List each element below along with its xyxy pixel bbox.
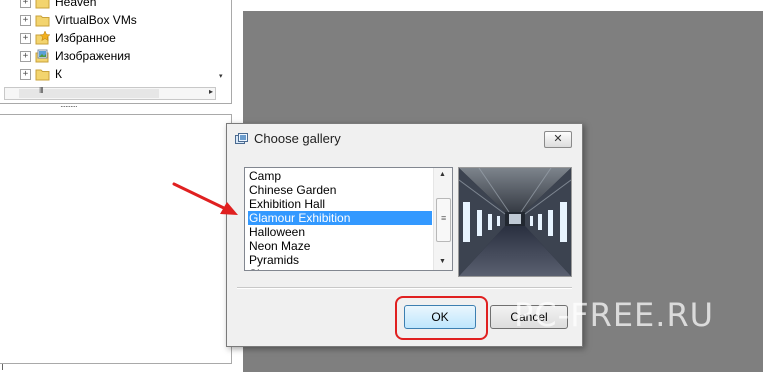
folder-tree-pane[interactable]: + Heaven + VirtualBox VMs + Избранное + Изображ… bbox=[0, 0, 232, 104]
ok-button[interactable]: OK bbox=[404, 305, 476, 329]
expand-plus-icon[interactable]: + bbox=[20, 50, 31, 62]
gallery-preview-image bbox=[458, 167, 572, 277]
tree-item-label: Изображения bbox=[55, 49, 131, 63]
gallery-item[interactable]: Halloween bbox=[248, 225, 432, 239]
hscroll-right-arrow-icon[interactable]: ▸ bbox=[209, 87, 213, 96]
tree-item-label: Heaven bbox=[55, 0, 97, 9]
gallery-listbox[interactable]: Camp Chinese Garden Exhibition Hall Glamour… bbox=[244, 167, 453, 271]
scroll-up-arrow-icon[interactable]: ▲ bbox=[439, 171, 446, 178]
tree-hscroll-thumb[interactable]: III bbox=[19, 86, 159, 98]
tree-item[interactable]: + Изображения bbox=[20, 47, 130, 65]
gallery-item[interactable]: Exhibition Hall bbox=[248, 197, 432, 211]
tree-scroll-down-icon[interactable]: ▾ bbox=[219, 72, 223, 80]
watermark-text: PC-FREE.RU bbox=[514, 296, 715, 334]
expand-plus-icon[interactable]: + bbox=[20, 0, 31, 8]
tree-item[interactable]: + Heaven bbox=[20, 0, 96, 11]
tree-item[interactable]: + VirtualBox VMs bbox=[20, 11, 137, 29]
folder-icon bbox=[35, 67, 51, 81]
tree-horizontal-scrollbar[interactable]: III ▸ bbox=[4, 86, 216, 100]
gallery-item[interactable]: Chinese Garden bbox=[248, 183, 432, 197]
gallery-item-selected[interactable]: Glamour Exhibition bbox=[248, 211, 432, 225]
scroll-grip-icon: ≡ bbox=[441, 213, 447, 223]
gallery-item[interactable]: Shop bbox=[248, 267, 432, 270]
gallery-item[interactable]: Neon Maze bbox=[248, 239, 432, 253]
file-list-pane[interactable] bbox=[0, 114, 232, 364]
gallery-list-scroll-thumb[interactable]: ≡ bbox=[436, 198, 451, 242]
tree-item[interactable]: + К bbox=[20, 65, 62, 83]
expand-plus-icon[interactable]: + bbox=[20, 32, 31, 44]
hscroll-grip-icon: III bbox=[39, 86, 44, 95]
tree-item[interactable]: + Избранное bbox=[20, 29, 116, 47]
expand-plus-icon[interactable]: + bbox=[20, 68, 31, 80]
gallery-item[interactable]: Camp bbox=[248, 169, 432, 183]
gallery-list-scrollbar[interactable]: ▲ ≡ ▼ bbox=[433, 168, 452, 270]
folder-icon bbox=[35, 0, 51, 9]
tree-item-label: Избранное bbox=[55, 31, 116, 45]
dialog-separator bbox=[237, 287, 572, 289]
pane-splitter-grip[interactable]: ·········· bbox=[60, 102, 78, 111]
tree-item-label: VirtualBox VMs bbox=[55, 13, 137, 27]
favorites-star-icon bbox=[35, 30, 51, 45]
red-arrow-icon bbox=[172, 182, 238, 215]
pictures-library-icon bbox=[35, 49, 51, 63]
gallery-item[interactable]: Pyramids bbox=[248, 253, 432, 267]
expand-plus-icon[interactable]: + bbox=[20, 14, 31, 26]
gallery-window-icon bbox=[235, 133, 248, 144]
close-button[interactable]: ✕ bbox=[544, 131, 572, 148]
tree-item-label: К bbox=[55, 67, 62, 81]
scroll-down-arrow-icon[interactable]: ▼ bbox=[439, 258, 446, 265]
pane-edge-marker bbox=[2, 364, 3, 370]
dialog-title: Choose gallery bbox=[254, 131, 341, 146]
folder-icon bbox=[35, 13, 51, 27]
